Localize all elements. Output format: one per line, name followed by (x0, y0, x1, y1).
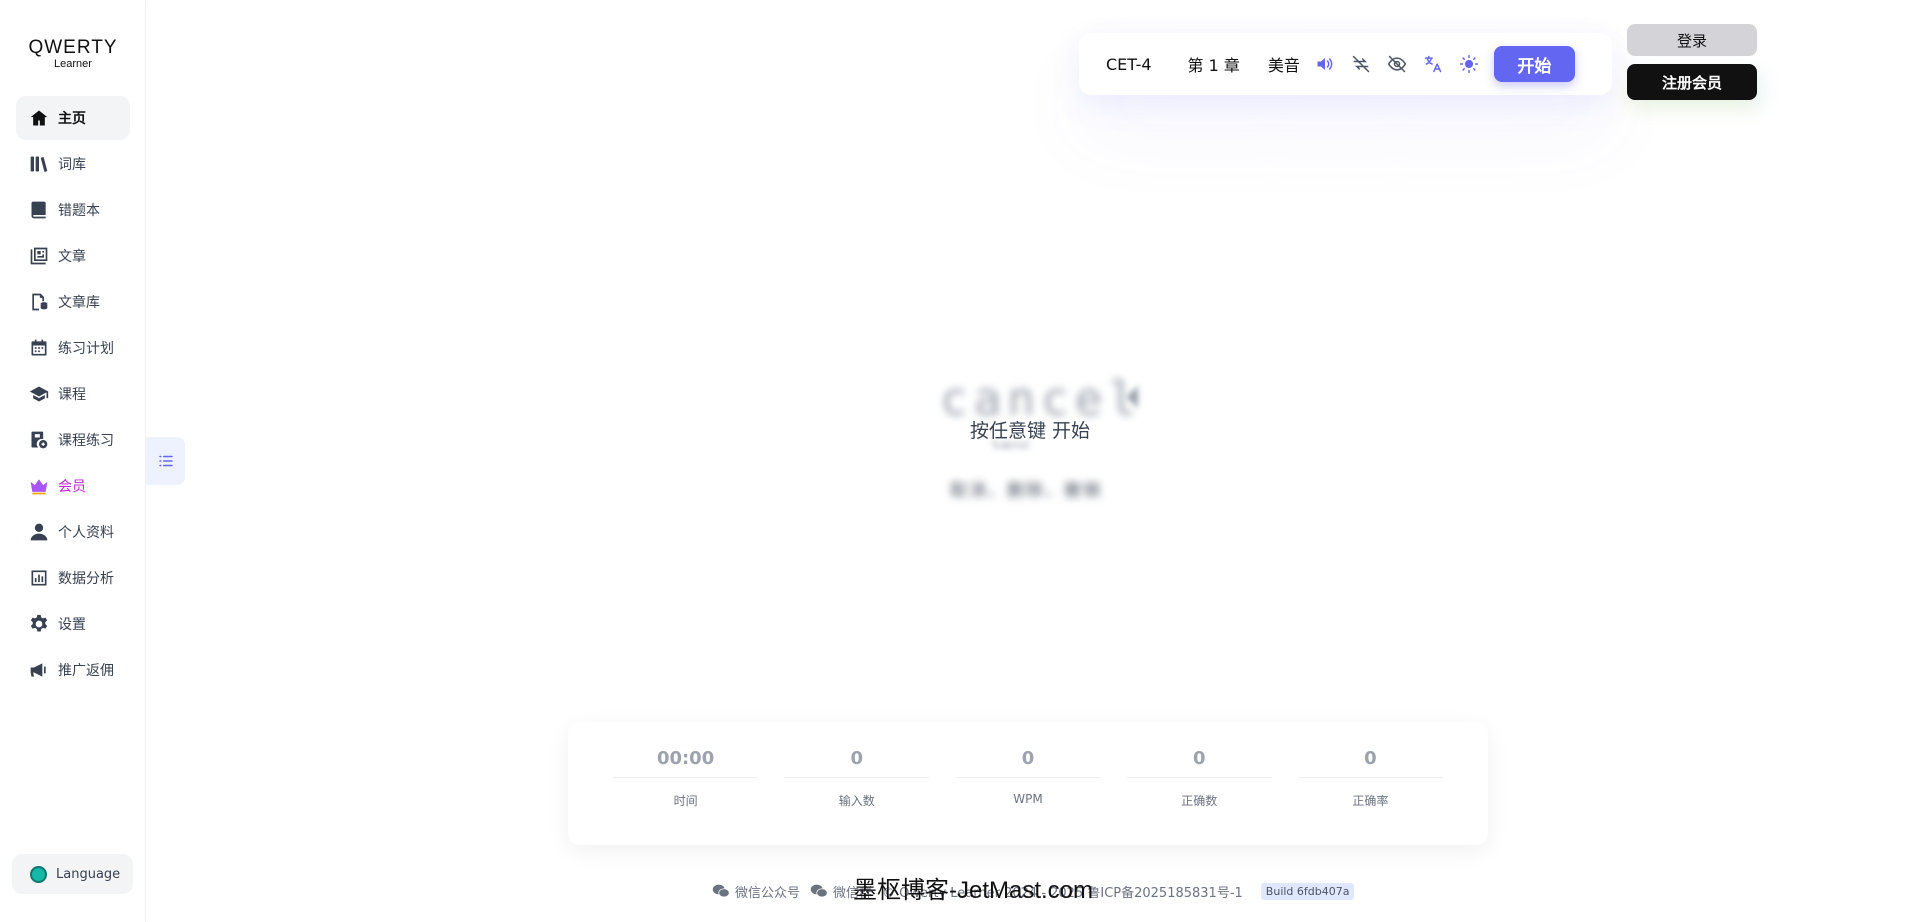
app-logo[interactable]: QWERTY Learner (28, 38, 118, 70)
accent-selector[interactable]: 美音 (1268, 52, 1300, 76)
stat-label: 输入数 (838, 794, 875, 808)
repeat-off-icon[interactable] (1350, 53, 1372, 75)
logo-subtitle: Learner (54, 58, 92, 70)
build-badge: Build 6fdb407a (1260, 882, 1355, 900)
crown-icon (28, 475, 50, 497)
calendar-icon (28, 337, 50, 359)
chapter-selector[interactable]: 第 1 章 (1188, 52, 1240, 76)
article-icon (28, 245, 50, 267)
gear-icon (28, 613, 50, 635)
sidebar-item-study-plan[interactable]: 练习计划 (16, 326, 130, 370)
stat-label: 时间 (673, 794, 698, 808)
stat-label: WPM (1013, 792, 1043, 806)
wechat-icon (810, 884, 828, 898)
list-icon (158, 455, 173, 467)
start-button[interactable]: 开始 (1493, 46, 1575, 82)
stat-wpm: 0 WPM (942, 722, 1113, 845)
stat-correct-count: 0 正确数 (1114, 722, 1285, 845)
stat-time: 00:00 时间 (600, 722, 771, 845)
sidebar-toggle-button[interactable] (146, 437, 185, 485)
globe-icon (30, 865, 47, 883)
stat-value: 0 (1126, 748, 1272, 778)
register-member-button[interactable]: 注册会员 (1627, 64, 1757, 100)
stat-label: 正确率 (1352, 794, 1389, 808)
notebook-icon (28, 199, 50, 221)
press-any-key-hint: 按任意键 开始 (969, 420, 1091, 442)
library-icon (28, 153, 50, 175)
sidebar-item-label: 课程练习 (58, 433, 114, 449)
logo-title: QWERTY (28, 37, 118, 58)
sidebar-item-article[interactable]: 文章 (16, 234, 130, 278)
sidebar-item-referral[interactable]: 推广返佣 (16, 648, 130, 692)
home-icon (28, 107, 50, 129)
article-library-icon (28, 291, 50, 313)
sidebar-item-label: 主页 (58, 111, 86, 127)
speaker-icon[interactable] (1314, 53, 1336, 75)
sidebar-nav: 主页 词库 错题本 文章 文章库 练习计划 课程 课程练习 会员 个人资料 数据… (16, 96, 130, 694)
sun-icon[interactable] (1458, 53, 1480, 75)
graduation-cap-icon (28, 383, 50, 405)
user-icon (28, 521, 50, 543)
chart-icon (28, 567, 50, 589)
dictionary-selector[interactable]: CET-4 (1106, 55, 1152, 74)
sidebar-item-label: 数据分析 (58, 571, 114, 587)
sidebar-item-home[interactable]: 主页 (16, 96, 130, 140)
sidebar-item-label: 设置 (58, 617, 86, 633)
sidebar-item-label: 推广返佣 (58, 663, 114, 679)
stat-value: 0 (955, 748, 1101, 778)
word-pronounce-icon[interactable] (1124, 382, 1144, 412)
sidebar-item-analytics[interactable]: 数据分析 (16, 556, 130, 600)
sidebar: QWERTY Learner 主页 词库 错题本 文章 文章库 练习计划 课程 … (0, 0, 146, 922)
sidebar-item-label: 会员 (58, 479, 86, 495)
stat-label: 正确数 (1181, 794, 1218, 808)
stat-accuracy: 0 正确率 (1285, 722, 1456, 845)
wechat-icon (712, 884, 730, 898)
footer-wechat-public-label: 微信公众号 (735, 885, 801, 901)
word-translation: 取消、删除、撤销 (950, 481, 1102, 501)
translate-icon[interactable] (1422, 53, 1444, 75)
sidebar-item-label: 练习计划 (58, 341, 114, 357)
megaphone-icon (28, 659, 50, 681)
stat-value: 0 (1297, 748, 1443, 778)
login-button[interactable]: 登录 (1627, 24, 1757, 56)
watermark: 墨枢博客-JetMast.com (853, 877, 1094, 904)
eye-off-icon[interactable] (1386, 53, 1408, 75)
practice-toolbar: CET-4 第 1 章 美音 开始 (1079, 33, 1612, 95)
language-button[interactable]: Language (12, 854, 133, 894)
sidebar-item-label: 词库 (58, 157, 86, 173)
footer-wechat-public-link[interactable]: 微信公众号 (712, 882, 800, 901)
stats-panel: 00:00 时间 0 输入数 0 WPM 0 正确数 0 正确率 (568, 722, 1488, 845)
sidebar-item-profile[interactable]: 个人资料 (16, 510, 130, 554)
sidebar-item-vip[interactable]: 会员 (16, 464, 130, 508)
language-label: Language (56, 866, 121, 882)
sidebar-item-courses[interactable]: 课程 (16, 372, 130, 416)
course-practice-icon (28, 429, 50, 451)
stat-value: 0 (784, 748, 930, 778)
sidebar-item-label: 文章 (58, 249, 86, 265)
stat-value: 00:00 (613, 748, 759, 778)
sidebar-item-course-practice[interactable]: 课程练习 (16, 418, 130, 462)
sidebar-item-settings[interactable]: 设置 (16, 602, 130, 646)
sidebar-item-label: 个人资料 (58, 525, 114, 541)
sidebar-item-label: 课程 (58, 387, 86, 403)
sidebar-item-mistakes[interactable]: 错题本 (16, 188, 130, 232)
sidebar-item-label: 文章库 (58, 295, 100, 311)
sidebar-item-article-library[interactable]: 文章库 (16, 280, 130, 324)
sidebar-item-library[interactable]: 词库 (16, 142, 130, 186)
stat-input-count: 0 输入数 (771, 722, 942, 845)
sidebar-item-label: 错题本 (58, 203, 100, 219)
